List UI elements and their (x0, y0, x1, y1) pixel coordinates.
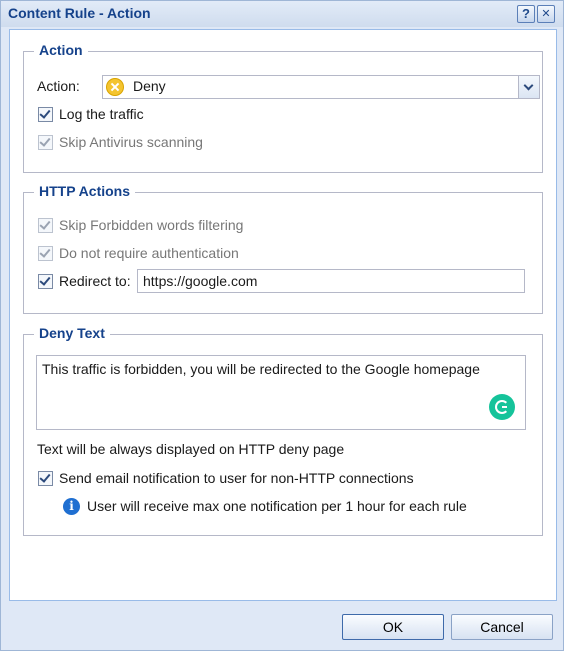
log-traffic-label[interactable]: Log the traffic (59, 106, 144, 122)
action-group: Action Action: Deny Log the traffic Skip… (23, 42, 543, 173)
info-icon: i (63, 498, 80, 515)
redirect-checkbox[interactable] (38, 274, 53, 289)
info-text: User will receive max one notification p… (87, 498, 467, 514)
redirect-label[interactable]: Redirect to: (59, 273, 131, 289)
skip-forbidden-checkbox[interactable] (38, 218, 53, 233)
chevron-down-icon[interactable] (518, 76, 539, 98)
deny-text-legend: Deny Text (34, 325, 110, 341)
deny-icon (106, 78, 124, 96)
action-label: Action: (37, 78, 80, 94)
action-select[interactable]: Deny (102, 75, 540, 99)
skip-antivirus-label: Skip Antivirus scanning (59, 134, 203, 150)
ok-button[interactable]: OK (342, 614, 444, 640)
grammarly-icon[interactable] (489, 394, 515, 420)
email-notify-checkbox[interactable] (38, 471, 53, 486)
title-bar[interactable]: Content Rule - Action ? ✕ (1, 1, 563, 27)
action-select-value: Deny (133, 78, 166, 94)
deny-text-group: Deny Text This traffic is forbidden, you… (23, 325, 543, 536)
close-icon[interactable]: ✕ (537, 5, 555, 23)
deny-text-area[interactable]: This traffic is forbidden, you will be r… (36, 355, 526, 430)
dialog-body: Action Action: Deny Log the traffic Skip… (9, 29, 557, 601)
email-notify-label[interactable]: Send email notification to user for non-… (59, 470, 414, 486)
redirect-url-input[interactable]: https://google.com (137, 269, 525, 293)
no-auth-label: Do not require authentication (59, 245, 239, 261)
action-group-legend: Action (34, 42, 88, 58)
dialog-title: Content Rule - Action (8, 5, 151, 21)
http-actions-group: HTTP Actions Skip Forbidden words filter… (23, 183, 543, 314)
cancel-button[interactable]: Cancel (451, 614, 553, 640)
deny-text-hint: Text will be always displayed on HTTP de… (37, 441, 345, 457)
http-actions-legend: HTTP Actions (34, 183, 136, 199)
content-rule-dialog: Content Rule - Action ? ✕ Action Action:… (0, 0, 564, 651)
help-icon[interactable]: ? (517, 5, 535, 23)
skip-forbidden-label: Skip Forbidden words filtering (59, 217, 244, 233)
log-traffic-checkbox[interactable] (38, 107, 53, 122)
dialog-footer: OK Cancel (1, 601, 563, 650)
no-auth-checkbox[interactable] (38, 246, 53, 261)
deny-text-value: This traffic is forbidden, you will be r… (42, 361, 480, 377)
skip-antivirus-checkbox[interactable] (38, 135, 53, 150)
